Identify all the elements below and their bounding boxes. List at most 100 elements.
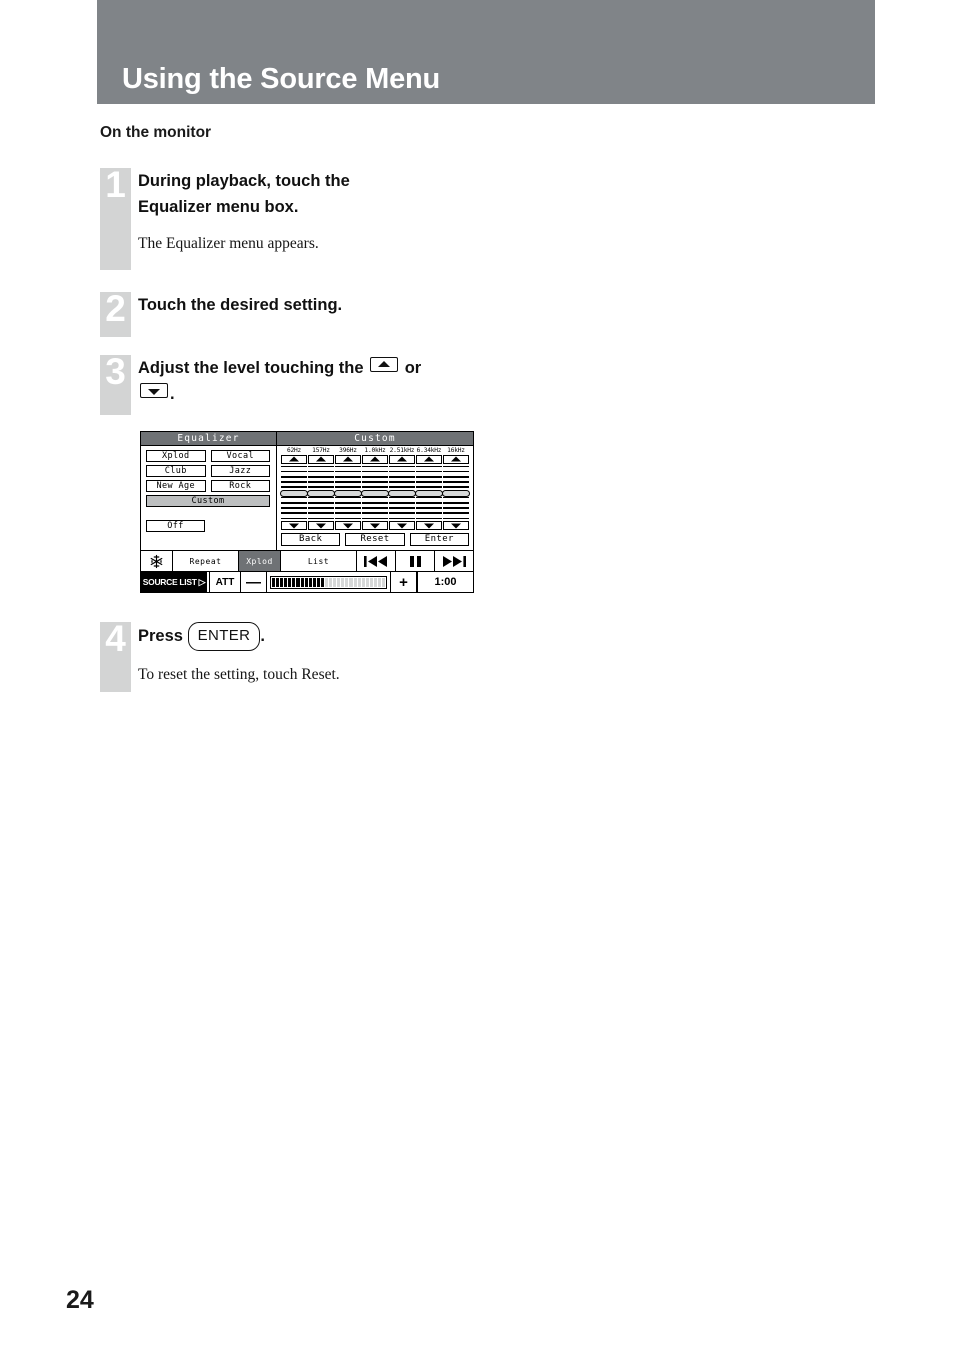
repeat-button[interactable]: Repeat [173,551,239,571]
eq-band-down-arrow-icon[interactable] [335,521,361,530]
volume-segment [280,577,284,587]
equalizer-panel-title: Equalizer [141,432,276,446]
custom-eq-panel: Custom 62Hz 157Hz 396Hz 1.0kHz 2.51kHz 6… [277,432,473,550]
snowflake-icon[interactable] [141,551,173,571]
eq-slider-tick [416,465,442,468]
volume-segment [292,577,296,587]
eq-band-down-arrow-icon[interactable] [389,521,415,530]
eq-slider-knob[interactable] [361,489,389,497]
eq-slider-column [307,455,335,530]
volume-segment [353,577,357,587]
step-2-number: 2 [105,288,126,329]
eq-band-down-arrow-icon[interactable] [308,521,334,530]
eq-slider-tick [308,496,334,499]
eq-band-labels: 62Hz 157Hz 396Hz 1.0kHz 2.51kHz 6.34kHz … [281,447,469,454]
preset-button-vocal[interactable]: Vocal [210,450,270,462]
preset-button-custom[interactable]: Custom [146,495,270,507]
step-1-title-line2: Equalizer menu box. [138,198,299,216]
eq-slider-column [388,455,416,530]
volume-bar[interactable] [267,572,391,592]
eq-enter-button[interactable]: Enter [409,533,469,546]
eq-slider-track[interactable] [388,465,416,520]
eq-slider-columns [280,455,470,530]
eq-slider-tick [443,512,469,515]
volume-segment [296,577,300,587]
eq-slider-tick [281,512,307,515]
lcd-upper-area: Equalizer Xplod Vocal Club Jazz New Age … [141,432,473,550]
eq-slider-knob[interactable] [280,489,308,497]
eq-band-label-2-51khz: 2.51kHz [389,447,415,454]
eq-band-up-arrow-icon[interactable] [362,455,388,464]
volume-segment [329,577,333,587]
volume-down-button[interactable]: — [241,572,267,592]
eq-slider-tick [308,517,334,520]
list-button[interactable]: List [281,551,357,571]
eq-slider-column [361,455,389,530]
eq-slider-tick [416,481,442,483]
eq-slider-track[interactable] [280,465,308,520]
eq-band-up-arrow-icon[interactable] [308,455,334,464]
preset-button-rock[interactable]: Rock [210,480,270,492]
eq-slider-tick [443,507,469,509]
eq-slider-knob[interactable] [442,489,470,497]
eq-slider-track[interactable] [334,465,362,520]
volume-segment [300,577,304,587]
eq-band-up-arrow-icon[interactable] [281,455,307,464]
volume-segment [361,577,365,587]
eq-slider-knob[interactable] [334,489,362,497]
volume-segment [337,577,341,587]
eq-band-up-arrow-icon[interactable] [335,455,361,464]
eq-slider-tick [389,486,415,489]
eq-slider-knob[interactable] [388,489,416,497]
preset-button-jazz[interactable]: Jazz [210,465,270,477]
eq-band-down-arrow-icon[interactable] [416,521,442,530]
step-3-number-block: 3 [100,351,131,415]
eq-slider-tick [335,465,361,468]
eq-slider-tick [389,465,415,468]
att-button[interactable]: ATT [209,572,241,592]
volume-up-button[interactable]: + [391,572,417,592]
skip-previous-icon[interactable] [357,551,396,571]
eq-slider-tick [308,481,334,483]
eq-band-up-arrow-icon[interactable] [416,455,442,464]
eq-back-button[interactable]: Back [281,533,341,546]
eq-band-down-arrow-icon[interactable] [443,521,469,530]
eq-slider-tick [362,512,388,515]
eq-slider-tick [281,517,307,520]
eq-slider-tick [416,470,442,473]
eq-band-up-arrow-icon[interactable] [389,455,415,464]
eq-slider-column [334,455,362,530]
preset-button-new-age[interactable]: New Age [146,480,206,492]
pause-icon[interactable] [396,551,435,571]
preset-button-xplod[interactable]: Xplod [146,450,206,462]
step-3-title-part2: or [404,359,422,377]
eq-slider-tick [362,496,388,499]
eq-slider-tick [308,507,334,509]
eq-reset-button[interactable]: Reset [345,533,405,546]
skip-next-icon[interactable] [435,551,473,571]
eq-slider-tick [443,496,469,499]
eq-slider-tick [389,517,415,520]
step-3-number: 3 [105,351,126,392]
xplod-button[interactable]: Xplod [239,551,281,571]
eq-band-down-arrow-icon[interactable] [281,521,307,530]
step-4-description: To reset the setting, touch Reset. [138,666,340,683]
eq-slider-track[interactable] [361,465,389,520]
step-2-title: Touch the desired setting. [138,296,343,314]
eq-slider-knob[interactable] [307,489,335,497]
source-list-button[interactable]: SOURCE LIST ▷ [141,572,209,592]
preset-button-off[interactable]: Off [146,520,205,532]
eq-slider-track[interactable] [415,465,443,520]
eq-slider-track[interactable] [307,465,335,520]
lcd-bottom-bar: SOURCE LIST ▷ ATT — + 1:00 [141,571,473,592]
eq-slider-tick [308,501,334,504]
source-list-label: SOURCE LIST [142,577,197,587]
eq-band-down-arrow-icon[interactable] [362,521,388,530]
eq-slider-knob[interactable] [415,489,443,497]
eq-band-up-arrow-icon[interactable] [443,455,469,464]
preset-button-club[interactable]: Club [146,465,206,477]
page-number: 24 [66,1286,94,1314]
eq-slider-track[interactable] [442,465,470,520]
eq-slider-tick [443,475,469,478]
volume-segment [373,577,378,587]
